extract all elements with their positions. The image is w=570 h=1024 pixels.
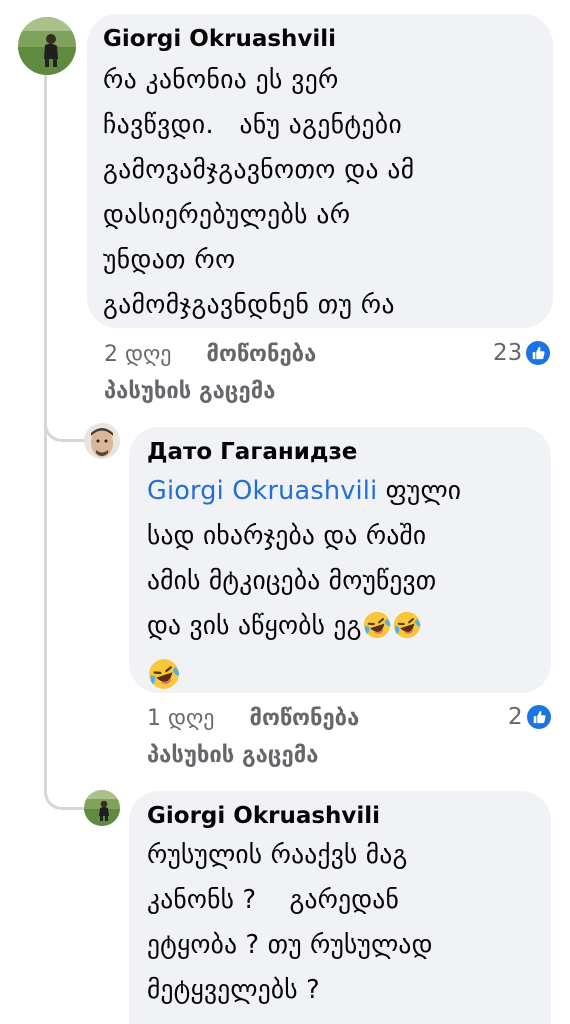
comment-time[interactable]: 2 დღე <box>104 342 171 367</box>
reaction-summary[interactable]: 2 <box>508 702 553 732</box>
avatar[interactable] <box>84 423 120 459</box>
comment-text-line <box>147 655 551 706</box>
reaction-count: 2 <box>508 704 523 730</box>
laughing-tears-emoji <box>392 610 422 655</box>
comment-text-line: ეტყობა ? თუ რუსულად <box>147 930 433 960</box>
comment-text: Giorgi Okruashvili ფული სად იხარჯება და … <box>147 469 551 706</box>
comment-author[interactable]: Giorgi Okruashvili <box>103 24 553 54</box>
comment-text-line: რუსულის რააქვს მაგ <box>147 840 408 870</box>
comment-text: რუსულის რააქვს მაგ კანონს ? გარედან ეტყო… <box>147 833 551 1013</box>
thread-branch-reply-1 <box>44 380 88 442</box>
comment-text-fragment: და ვის აწყობს ეგ <box>147 611 362 641</box>
comment-text-fragment: ფული <box>377 476 462 506</box>
avatar[interactable] <box>84 790 120 826</box>
comment-text-line: კანონს ? გარედან <box>147 885 399 915</box>
reply-button[interactable]: პასუხის გაცემა <box>104 377 275 407</box>
comment-time[interactable]: 1 დღე <box>147 706 214 731</box>
comment-text-line: გამომჯგავნდნენ თუ რა <box>103 290 395 320</box>
comment-text-line: დასიერებულებს არ <box>103 200 351 230</box>
comment-bubble: Giorgi Okruashvili რუსულის რააქვს მაგ კა… <box>129 791 551 1024</box>
comment-bubble: Дато Гаганидзе Giorgi Okruashvili ფული ს… <box>129 427 551 693</box>
laughing-tears-emoji <box>147 657 181 706</box>
comment-text-line: Giorgi Okruashvili ფული <box>147 469 551 514</box>
like-button[interactable]: მოწონება <box>249 706 359 731</box>
reaction-count: 23 <box>493 340 523 366</box>
comment-bubble: Giorgi Okruashvili რა კანონია ეს ვერ ჩავ… <box>87 14 553 328</box>
like-icon <box>524 703 553 731</box>
comment-author[interactable]: Дато Гаганидзе <box>147 437 551 467</box>
comment-text-line: რა კანონია ეს ვერ <box>103 65 339 95</box>
comment-text-line: უნდათ რო <box>103 245 236 275</box>
comment-text-line: სად იხარჯება და რაში <box>147 521 427 551</box>
comment-text-line: ჩავწვდი. ანუ აგენტები <box>103 110 403 140</box>
like-icon <box>524 339 553 367</box>
mention-link[interactable]: Giorgi Okruashvili <box>147 476 377 506</box>
like-button[interactable]: მოწონება <box>206 342 316 367</box>
comment-author[interactable]: Giorgi Okruashvili <box>147 801 551 831</box>
avatar[interactable] <box>18 17 76 75</box>
reaction-summary[interactable]: 23 <box>493 338 553 368</box>
comment-text-line: და ვის აწყობს ეგ <box>147 604 551 655</box>
comment-text: რა კანონია ეს ვერ ჩავწვდი. ანუ აგენტები … <box>103 58 553 328</box>
laughing-tears-emoji <box>362 610 392 655</box>
reply-button[interactable]: პასუხის გაცემა <box>147 741 318 771</box>
comment-meta: 2 დღე მოწონება <box>104 340 316 370</box>
comment-text-line: გამოვამჯგავნოთო და ამ <box>103 155 415 185</box>
comment-meta: 1 დღე მოწონება <box>147 704 359 734</box>
thread-branch-reply-2 <box>44 720 88 810</box>
comment-text-line: მეტყველებს ? <box>147 975 320 1005</box>
comment-text-line: ამის მტკიცება მოუწევთ <box>147 566 437 596</box>
